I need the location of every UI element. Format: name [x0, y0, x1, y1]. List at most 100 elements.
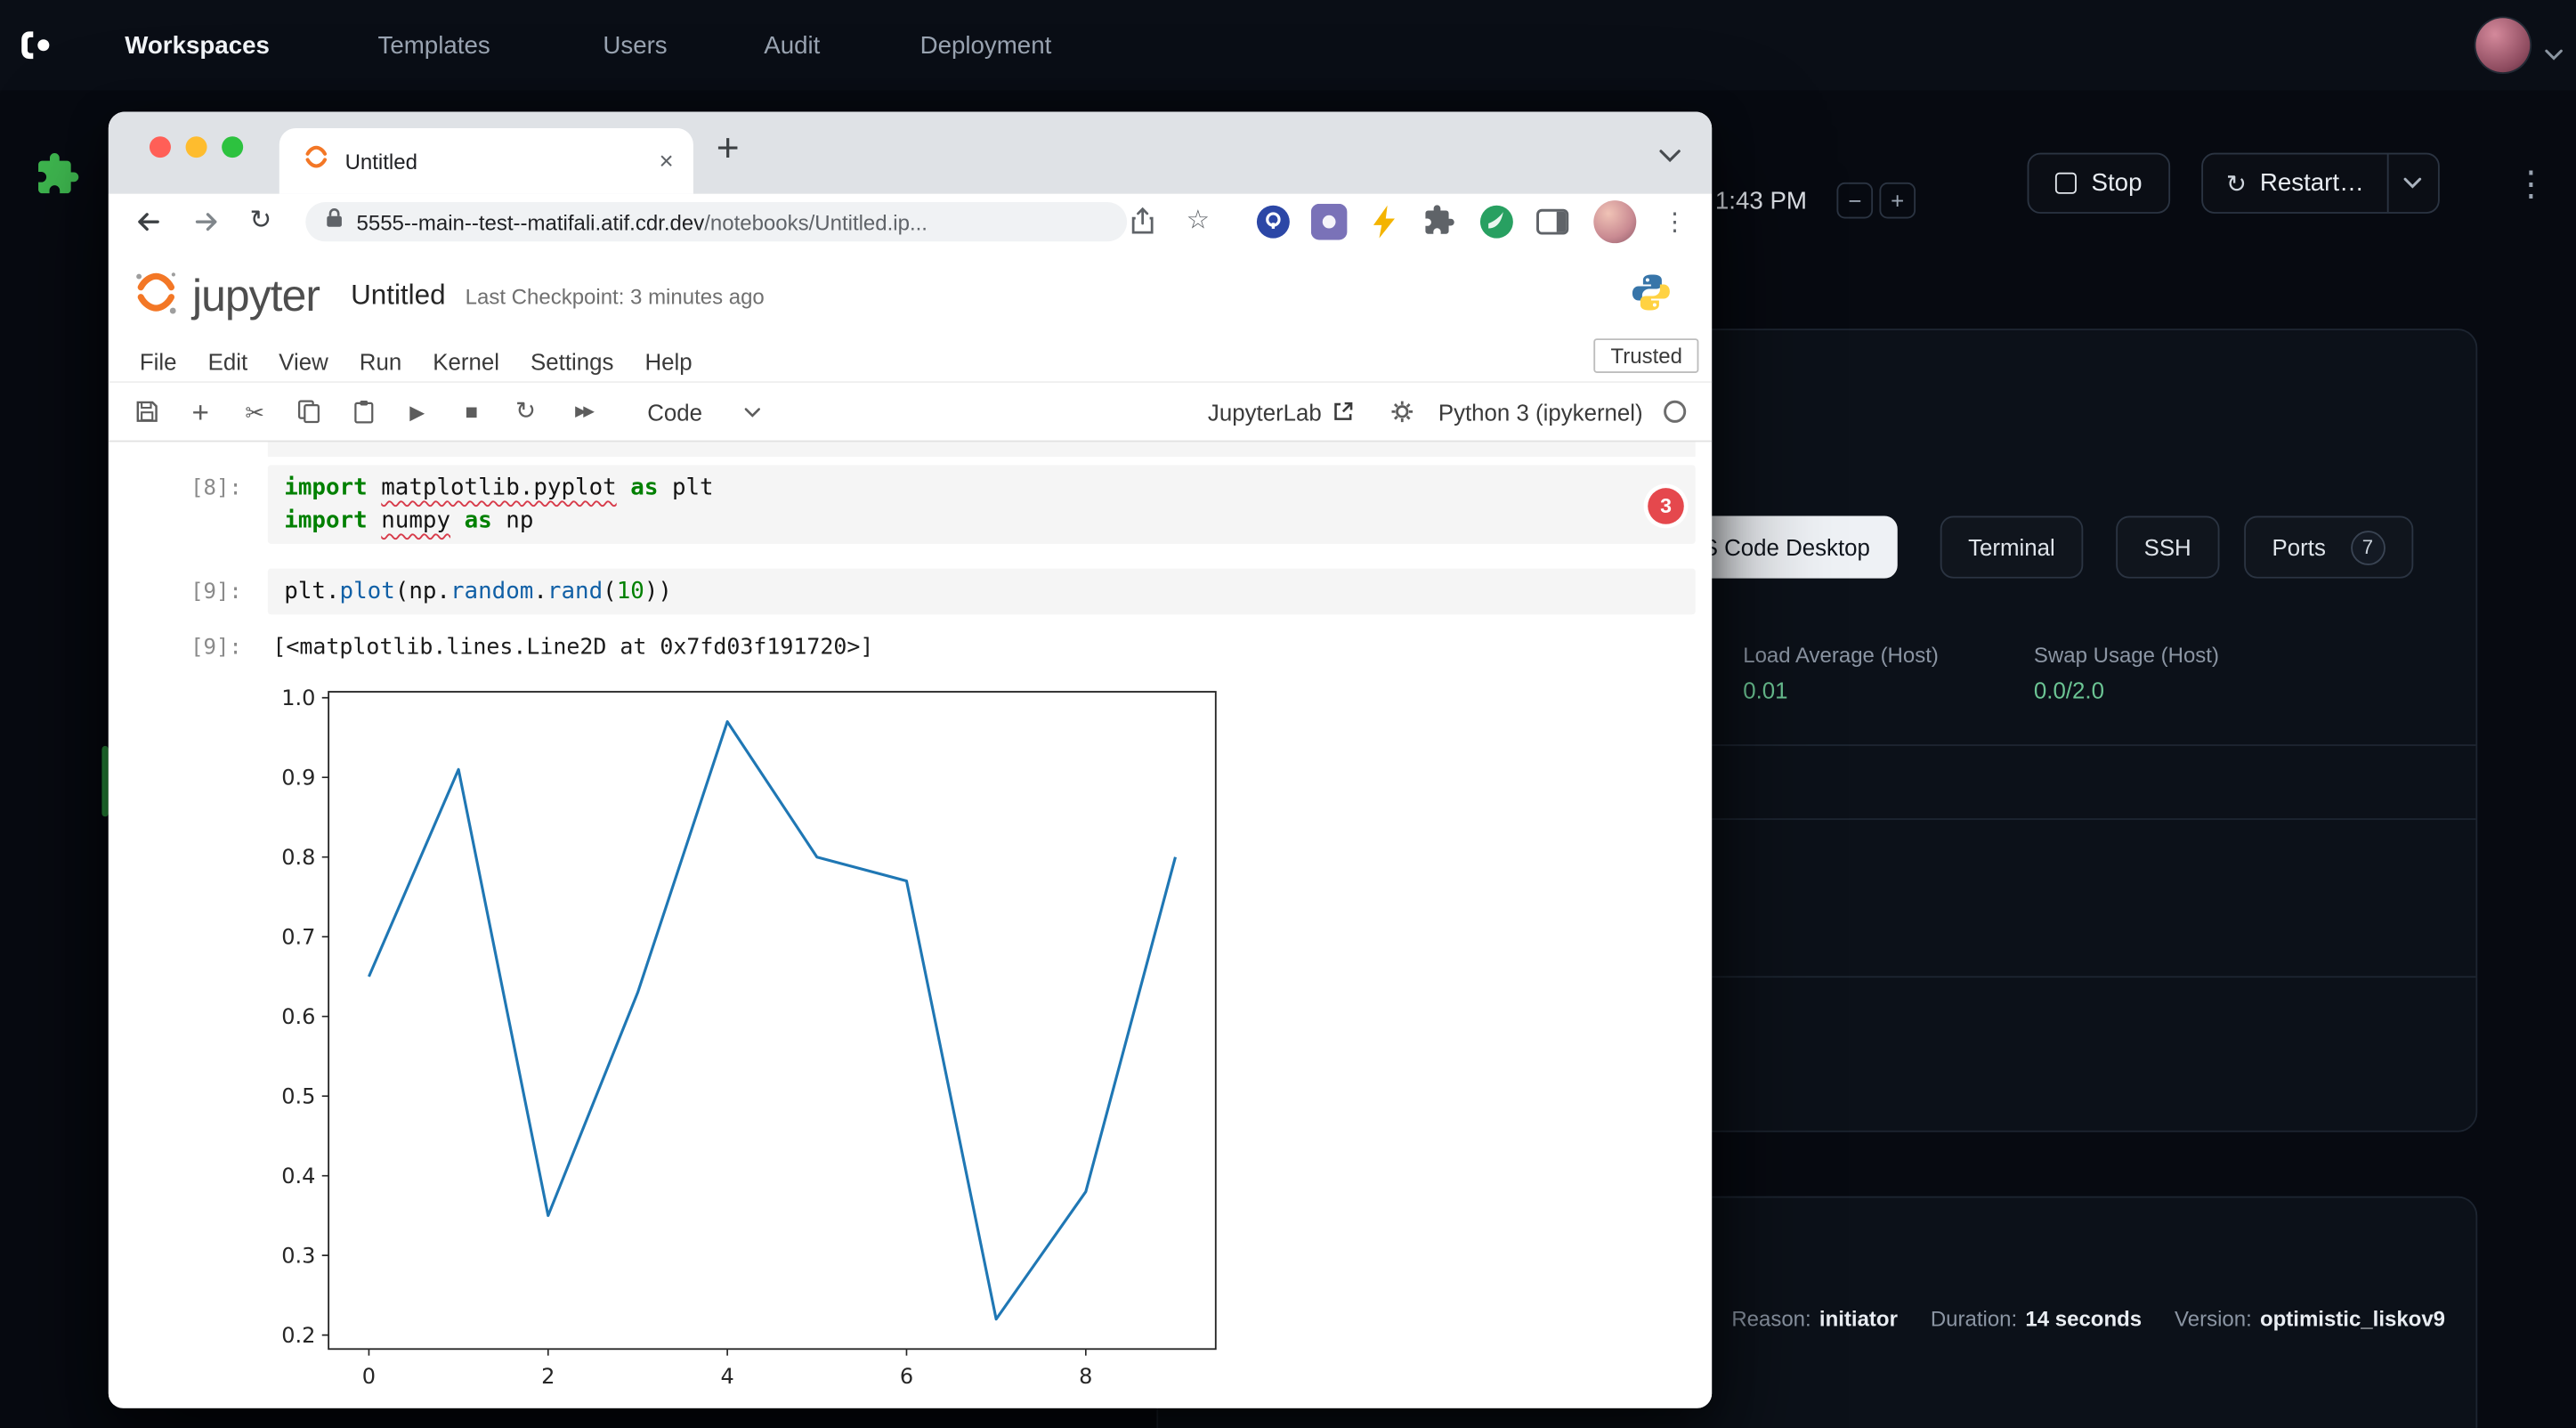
build-duration: Duration:14 seconds: [1931, 1306, 2142, 1331]
stop-workspace-button[interactable]: Stop: [2028, 153, 2170, 214]
back-icon[interactable]: [133, 207, 162, 245]
svg-text:6: 6: [900, 1364, 913, 1389]
ports-button[interactable]: Ports 7: [2244, 516, 2413, 579]
clipped-cell: [268, 442, 1696, 457]
browser-address-bar: ↻ 5555--main--test--matifali.atif.cdr.de…: [109, 194, 1712, 250]
jupyter-wordmark: jupyter: [192, 271, 320, 321]
lightning-extension-icon[interactable]: [1367, 204, 1404, 240]
workspace-time: 1:43 PM: [1715, 187, 1807, 215]
output-9-prompt: [9]:: [190, 636, 242, 661]
build-info-row: Reason:initiator Duration:14 seconds Ver…: [1731, 1306, 2445, 1331]
code-cell-9[interactable]: plt.plot(np.random.rand(10)): [268, 569, 1696, 615]
menu-settings[interactable]: Settings: [531, 348, 613, 375]
nav-item-workspaces[interactable]: Workspaces: [125, 31, 270, 59]
gear-icon[interactable]: [1390, 399, 1415, 424]
menu-file[interactable]: File: [140, 348, 177, 375]
terminal-button[interactable]: Terminal: [1940, 516, 2083, 579]
cell-9-prompt: [9]:: [190, 580, 242, 605]
svg-text:0.4: 0.4: [281, 1164, 315, 1189]
open-jupyterlab-link[interactable]: JupyterLab: [1208, 399, 1355, 426]
extensions-puzzle-icon[interactable]: [1422, 204, 1459, 240]
window-minimize-button[interactable]: [186, 136, 207, 158]
coder-logo-icon[interactable]: [16, 25, 57, 74]
user-avatar[interactable]: [2475, 18, 2530, 72]
browser-window: Untitled × + ↻ 5555--main--test--matifal…: [109, 112, 1712, 1408]
browser-profile-avatar[interactable]: [1593, 200, 1636, 243]
ports-count-badge: 7: [2351, 530, 2386, 564]
extension-puzzle-icon[interactable]: [35, 151, 81, 206]
terminal-label: Terminal: [1968, 534, 2055, 561]
increase-button[interactable]: +: [1879, 183, 1916, 219]
build-version: Version:optimistic_liskov9: [2175, 1306, 2445, 1331]
restart-workspace-button[interactable]: ↻ Restart…: [2203, 154, 2387, 212]
browser-menu-icon[interactable]: ⋮: [1663, 207, 1688, 237]
screen: Workspaces Templates Users Audit Deploym…: [0, 0, 2576, 1428]
menu-run[interactable]: Run: [360, 348, 401, 375]
browser-tab[interactable]: Untitled ×: [279, 128, 693, 194]
ssh-label: SSH: [2144, 534, 2191, 561]
restart-run-all-icon[interactable]: ▶▶: [567, 404, 600, 419]
svg-text:2: 2: [541, 1364, 555, 1389]
forward-icon[interactable]: [192, 207, 222, 245]
browser-tab-strip: Untitled × +: [109, 112, 1712, 194]
top-navbar: Workspaces Templates Users Audit Deploym…: [0, 0, 2576, 91]
code-cell-8[interactable]: import matplotlib.pyplot as plt import n…: [268, 465, 1696, 544]
jupyter-toolbar: + ✂ ▶ ■ ↻ ▶▶ Code JupyterLab: [109, 383, 1712, 442]
svg-text:0.9: 0.9: [281, 766, 315, 791]
toolbar-right-group: JupyterLab Python 3 (ipykernel): [1208, 399, 1688, 426]
bookmark-star-icon[interactable]: ☆: [1187, 204, 1210, 237]
jupyter-logo: [132, 267, 181, 325]
notification-badge[interactable]: 3: [1648, 488, 1684, 524]
ports-label: Ports: [2272, 534, 2326, 561]
new-tab-button[interactable]: +: [717, 126, 740, 173]
menu-kernel[interactable]: Kernel: [433, 348, 499, 375]
menu-help[interactable]: Help: [644, 348, 692, 375]
window-close-button[interactable]: [150, 136, 171, 158]
extension-icon[interactable]: [1311, 204, 1348, 240]
cell-9-output-text: [<matplotlib.lines.Line2D at 0x7fd03f191…: [272, 634, 873, 661]
svg-text:0.5: 0.5: [281, 1083, 315, 1108]
copy-cell-icon[interactable]: [296, 399, 322, 424]
nav-item-templates[interactable]: Templates: [378, 31, 490, 59]
share-icon[interactable]: [1130, 207, 1155, 244]
checkpoint-status: Last Checkpoint: 3 minutes ago: [466, 283, 765, 308]
decrease-button[interactable]: −: [1836, 183, 1873, 219]
python-logo: [1630, 271, 1673, 321]
add-cell-icon[interactable]: +: [187, 397, 214, 426]
restart-label: Restart…: [2260, 169, 2364, 197]
side-panel-extension-icon[interactable]: [1535, 204, 1571, 240]
url-bar[interactable]: 5555--main--test--matifali.atif.cdr.dev/…: [305, 202, 1127, 241]
agent-status-accent: [101, 746, 108, 816]
matplotlib-figure: 024680.20.30.40.50.60.70.80.91.0: [230, 682, 1281, 1405]
notebook-title[interactable]: Untitled: [351, 280, 445, 312]
cell-type-dropdown[interactable]: Code: [647, 399, 761, 426]
ssh-button[interactable]: SSH: [2116, 516, 2219, 579]
paste-cell-icon[interactable]: [350, 399, 377, 424]
save-icon[interactable]: [133, 399, 159, 424]
menu-view[interactable]: View: [279, 348, 328, 375]
tab-search-chevron-icon[interactable]: [1659, 142, 1681, 171]
reload-icon[interactable]: ↻: [250, 204, 272, 237]
green-extension-icon[interactable]: [1478, 204, 1515, 240]
tab-close-icon[interactable]: ×: [660, 149, 674, 174]
nav-item-users[interactable]: Users: [603, 31, 667, 59]
password-manager-extension-icon[interactable]: [1255, 204, 1292, 240]
nav-item-deployment[interactable]: Deployment: [920, 31, 1052, 59]
svg-text:0.7: 0.7: [281, 925, 315, 950]
nav-item-audit[interactable]: Audit: [764, 31, 820, 59]
restart-icon: ↻: [2226, 168, 2247, 198]
interrupt-kernel-icon[interactable]: ■: [458, 401, 485, 422]
restart-kernel-icon[interactable]: ↻: [513, 399, 539, 424]
workspace-menu-button[interactable]: ⋮: [2514, 165, 2548, 206]
window-maximize-button[interactable]: [222, 136, 243, 158]
menu-edit[interactable]: Edit: [208, 348, 248, 375]
cut-cell-icon[interactable]: ✂: [241, 400, 268, 423]
run-cell-icon[interactable]: ▶: [404, 402, 431, 421]
stop-icon: [2055, 173, 2077, 194]
stop-label: Stop: [2092, 169, 2143, 197]
kernel-name[interactable]: Python 3 (ipykernel): [1438, 399, 1643, 426]
kernel-status-icon[interactable]: [1663, 399, 1688, 424]
restart-options-button[interactable]: [2387, 154, 2438, 212]
chevron-down-icon[interactable]: [2545, 39, 2563, 69]
trusted-button[interactable]: Trusted: [1594, 338, 1698, 373]
